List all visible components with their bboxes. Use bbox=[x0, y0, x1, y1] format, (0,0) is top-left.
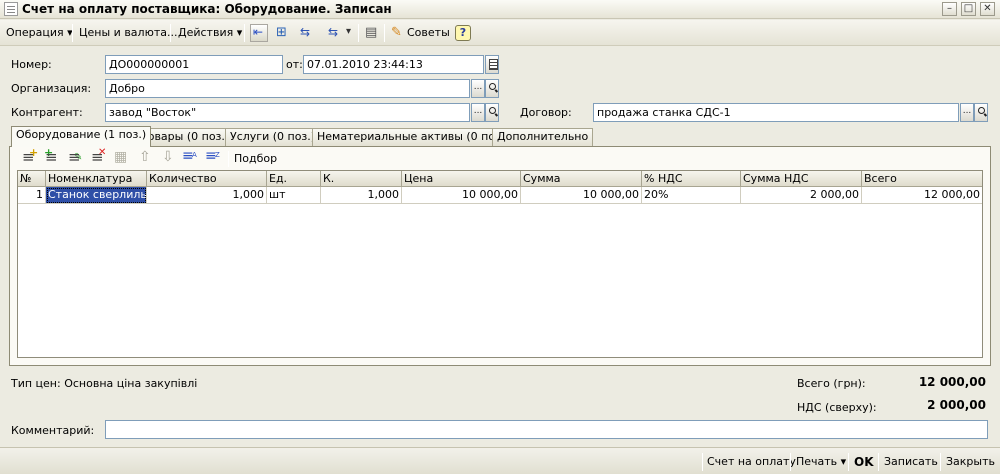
window-title: Счет на оплату поставщика: Оборудование.… bbox=[22, 2, 392, 16]
organization-select-button[interactable]: ... bbox=[471, 79, 485, 98]
search-icon[interactable] bbox=[485, 79, 499, 98]
prices-currency-button[interactable]: Цены и валюта... bbox=[75, 24, 181, 42]
toolbar-divider bbox=[358, 24, 359, 42]
tab-equipment[interactable]: Оборудование (1 поз.) bbox=[11, 126, 152, 147]
structure-icon[interactable] bbox=[273, 24, 291, 42]
total-value: 12 000,00 bbox=[918, 375, 986, 389]
contract-select-button[interactable]: ... bbox=[960, 103, 974, 122]
column-header-sum[interactable]: Сумма bbox=[521, 171, 642, 187]
chevron-down-icon: ▾ bbox=[236, 26, 243, 39]
contract-field[interactable]: продажа станка СДС-1 bbox=[593, 103, 959, 122]
toolbar-divider bbox=[702, 453, 703, 471]
date-field[interactable]: 07.01.2010 23:44:13 bbox=[303, 55, 484, 74]
move-up-icon bbox=[136, 149, 154, 168]
table-cell-vat-rate[interactable]: 20% bbox=[642, 187, 741, 204]
toolbar-divider bbox=[878, 453, 879, 471]
search-icon[interactable] bbox=[485, 103, 499, 122]
print-menu-label: Печать bbox=[796, 455, 838, 468]
tab-intangible-assets[interactable]: Нематериальные активы (0 поз.) bbox=[312, 128, 514, 146]
chevron-down-icon[interactable] bbox=[340, 24, 358, 42]
number-field[interactable]: ДО000000001 bbox=[105, 55, 283, 74]
contractor-label: Контрагент: bbox=[11, 106, 83, 119]
total-label: Всего (грн): bbox=[797, 377, 866, 390]
tab-additional[interactable]: Дополнительно bbox=[492, 128, 594, 146]
table-cell-sum[interactable]: 10 000,00 bbox=[521, 187, 642, 204]
vat-value: 2 000,00 bbox=[927, 398, 986, 412]
column-header-nomenclature[interactable]: Номенклатура bbox=[46, 171, 147, 187]
restore-button[interactable]: □ bbox=[961, 2, 976, 16]
column-header-vat-rate[interactable]: % НДС bbox=[642, 171, 741, 187]
table-cell-number[interactable]: 1 bbox=[18, 187, 46, 204]
column-header-price[interactable]: Цена bbox=[402, 171, 521, 187]
move-document-icon[interactable] bbox=[250, 24, 268, 42]
delete-row-icon[interactable] bbox=[90, 147, 108, 168]
operation-menu[interactable]: Операция ▾ bbox=[2, 24, 77, 42]
main-toolbar: Операция ▾ Цены и валюта... Действия ▾ С… bbox=[0, 20, 1000, 46]
contractor-select-button[interactable]: ... bbox=[471, 103, 485, 122]
print-menu[interactable]: Печать ▾ bbox=[793, 453, 849, 471]
sort-ascending-icon[interactable] bbox=[182, 148, 200, 168]
ok-button[interactable]: OK bbox=[851, 453, 877, 471]
selection-button[interactable]: Подбор bbox=[234, 151, 277, 167]
sort-descending-icon[interactable] bbox=[205, 148, 223, 168]
operation-menu-label: Операция bbox=[6, 26, 64, 39]
contract-label: Договор: bbox=[520, 106, 572, 119]
price-type-label: Тип цен: Основна ціна закупівлі bbox=[11, 377, 198, 390]
tab-services[interactable]: Услуги (0 поз.) bbox=[225, 128, 321, 146]
end-edit-icon bbox=[113, 149, 131, 168]
organization-field[interactable]: Добро bbox=[105, 79, 470, 98]
tips-button[interactable]: Советы bbox=[405, 24, 452, 42]
column-header-coefficient[interactable]: К. bbox=[321, 171, 402, 187]
column-header-vat-sum[interactable]: Сумма НДС bbox=[741, 171, 862, 187]
toolbar-divider bbox=[170, 24, 171, 42]
table-cell-unit[interactable]: шт bbox=[267, 187, 321, 204]
comment-label: Комментарий: bbox=[11, 424, 95, 437]
equipment-table[interactable]: № Номенклатура Количество Ед. К. Цена Су… bbox=[17, 170, 983, 358]
window-titlebar: Счет на оплату поставщика: Оборудование.… bbox=[0, 0, 1000, 19]
toolbar-divider bbox=[228, 151, 229, 167]
bottom-command-bar: Счет на оплату Печать ▾ OK Записать Закр… bbox=[0, 447, 1000, 474]
toolbar-divider bbox=[72, 24, 73, 42]
toolbar-divider bbox=[940, 453, 941, 471]
vat-label: НДС (сверху): bbox=[797, 401, 877, 414]
table-cell-nomenclature[interactable]: Станок сверлиль... bbox=[46, 187, 147, 204]
comment-field[interactable] bbox=[105, 420, 988, 439]
close-button[interactable]: Закрыть bbox=[943, 453, 998, 471]
column-header-quantity[interactable]: Количество bbox=[147, 171, 267, 187]
copy-row-icon[interactable] bbox=[44, 146, 62, 168]
table-cell-coefficient[interactable]: 1,000 bbox=[321, 187, 402, 204]
table-cell-price[interactable]: 10 000,00 bbox=[402, 187, 521, 204]
actions-menu[interactable]: Действия ▾ bbox=[174, 24, 246, 42]
invoice-button[interactable]: Счет на оплату bbox=[704, 453, 799, 471]
toolbar-divider bbox=[244, 24, 245, 42]
toolbar-divider bbox=[790, 453, 791, 471]
edit-row-icon[interactable] bbox=[67, 148, 85, 168]
table-cell-quantity[interactable]: 1,000 bbox=[147, 187, 267, 204]
actions-menu-label: Действия bbox=[178, 26, 234, 39]
close-window-button[interactable]: ✕ bbox=[980, 2, 995, 16]
column-header-total[interactable]: Всего bbox=[862, 171, 982, 187]
journal-icon[interactable] bbox=[362, 24, 380, 42]
column-header-number[interactable]: № bbox=[18, 171, 46, 187]
chevron-down-icon: ▾ bbox=[840, 455, 847, 468]
number-label: Номер: bbox=[11, 58, 52, 71]
organization-label: Организация: bbox=[11, 82, 92, 95]
table-cell-vat-sum[interactable]: 2 000,00 bbox=[741, 187, 862, 204]
move-down-icon bbox=[159, 149, 177, 168]
calendar-icon[interactable] bbox=[485, 55, 499, 74]
date-label: от: bbox=[286, 58, 303, 71]
add-row-icon[interactable] bbox=[21, 146, 39, 168]
help-icon[interactable]: ? bbox=[455, 25, 471, 41]
save-button[interactable]: Записать bbox=[881, 453, 941, 471]
document-icon bbox=[4, 2, 18, 16]
minimize-button[interactable]: – bbox=[942, 2, 957, 16]
contractor-field[interactable]: завод "Восток" bbox=[105, 103, 470, 122]
column-header-unit[interactable]: Ед. bbox=[267, 171, 321, 187]
toolbar-divider bbox=[848, 453, 849, 471]
exchange-icon[interactable] bbox=[297, 24, 315, 42]
table-cell-total[interactable]: 12 000,00 bbox=[862, 187, 982, 204]
toolbar-divider bbox=[384, 24, 385, 42]
search-icon[interactable] bbox=[974, 103, 988, 122]
